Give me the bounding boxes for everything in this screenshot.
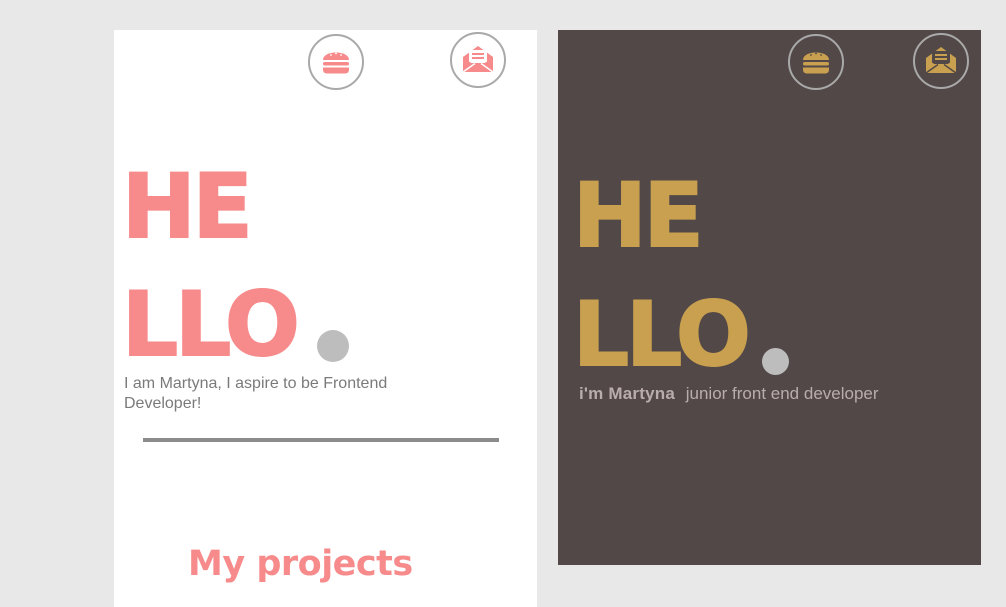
divider bbox=[143, 438, 499, 442]
burger-icon bbox=[803, 52, 829, 74]
intro-role: junior front end developer bbox=[685, 384, 879, 403]
hello-heading-line2: LLO bbox=[572, 283, 752, 386]
hello-dot bbox=[762, 348, 789, 375]
open-envelope-icon bbox=[462, 46, 494, 73]
intro-name: i'm Martyna bbox=[579, 384, 675, 403]
open-envelope-icon bbox=[925, 47, 957, 74]
burger-icon bbox=[323, 52, 349, 74]
dark-theme-panel: HE LLO i'm Martyna junior front end deve… bbox=[558, 30, 981, 565]
hello-heading-line1: HE bbox=[572, 164, 705, 267]
hello-heading-line1: HE bbox=[121, 155, 254, 258]
light-theme-panel: HE LLO I am Martyna, I aspire to be Fron… bbox=[114, 30, 537, 607]
menu-button[interactable] bbox=[308, 34, 364, 90]
intro-text: I am Martyna, I aspire to be Frontend De… bbox=[124, 375, 388, 412]
projects-heading: My projects bbox=[188, 544, 413, 584]
menu-button[interactable] bbox=[788, 34, 844, 90]
mail-button[interactable] bbox=[450, 32, 506, 88]
hello-heading-line2: LLO bbox=[121, 273, 301, 376]
mail-button[interactable] bbox=[913, 33, 969, 89]
hello-dot bbox=[317, 330, 349, 362]
intro-row: i'm Martyna junior front end developer bbox=[579, 384, 879, 404]
